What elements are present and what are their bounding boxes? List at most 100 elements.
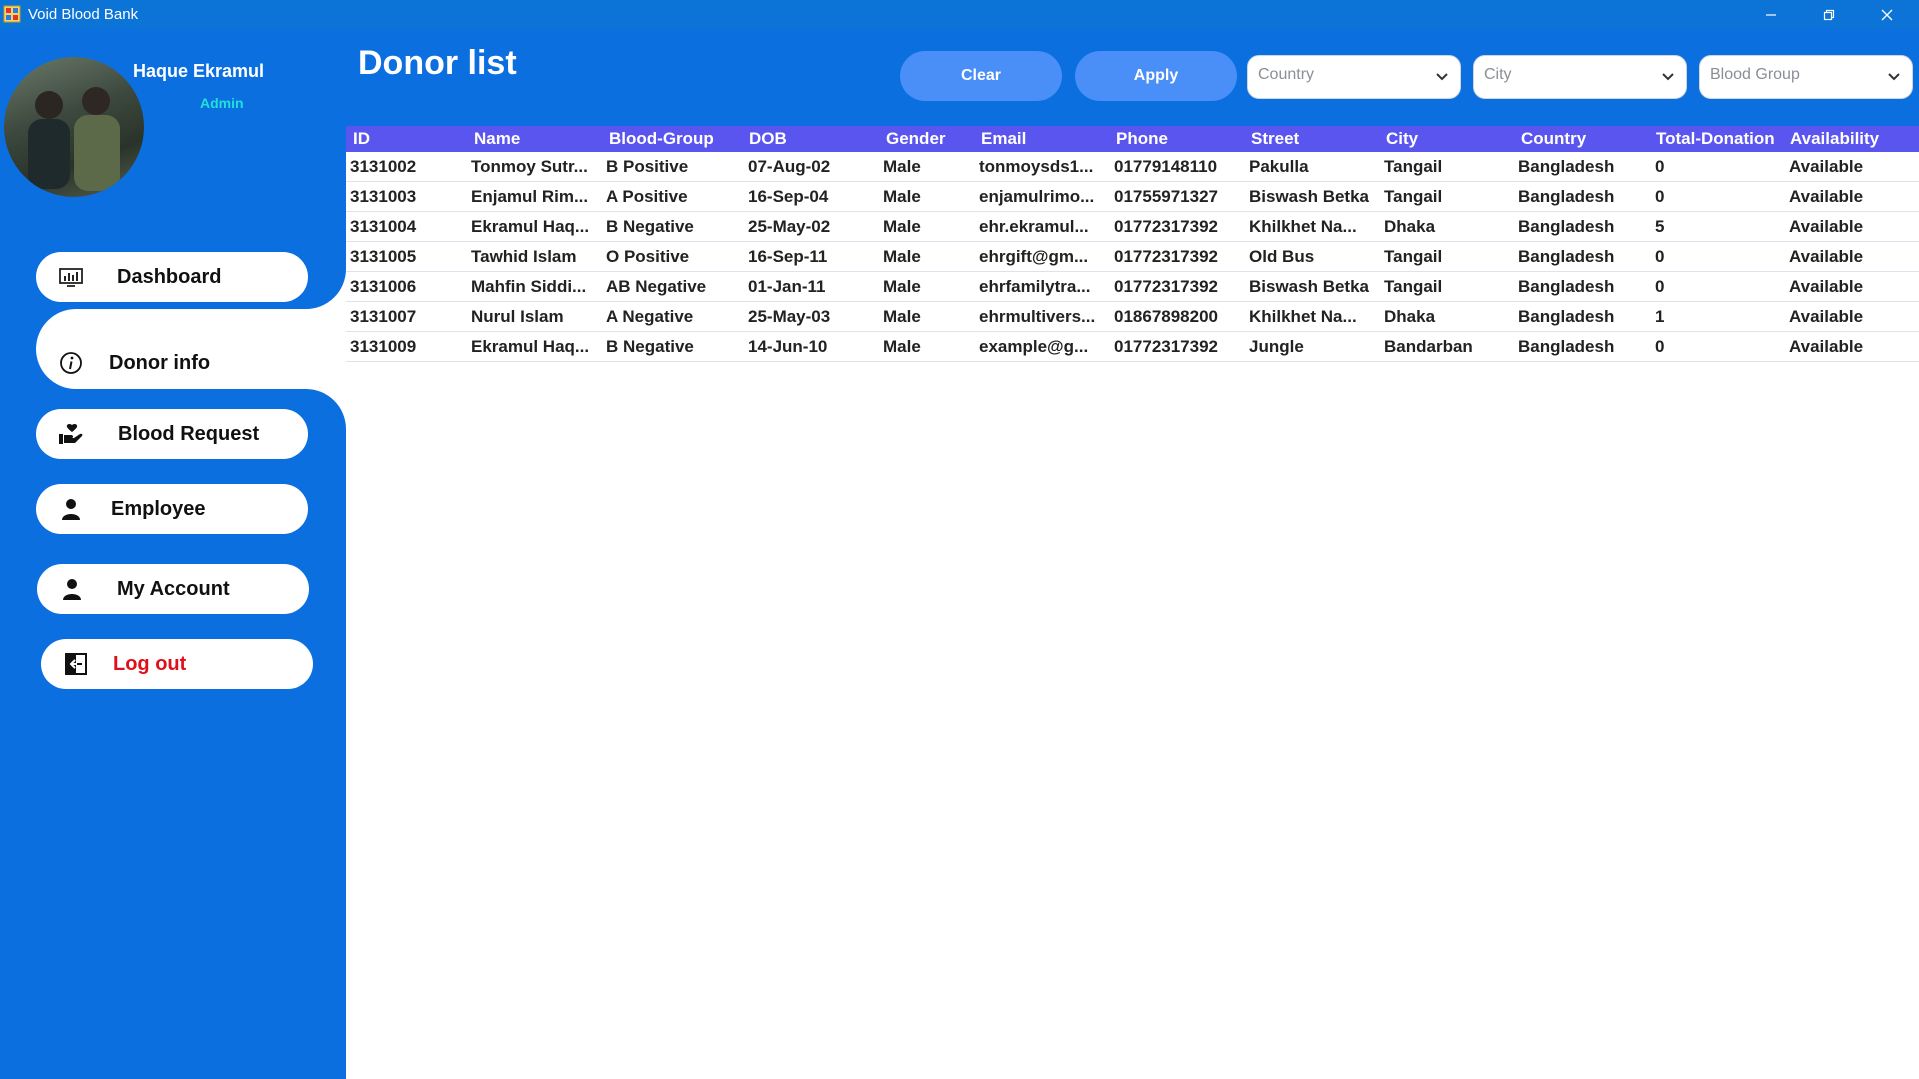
logout-button[interactable]: Log out [41,639,313,689]
cell-total-donation: 5 [1655,217,1665,236]
cell-street: Old Bus [1249,247,1315,266]
avatar-photo-icon [28,87,120,191]
sidebar-item-employee[interactable]: Employee [36,484,308,534]
close-button[interactable] [1858,0,1916,29]
cell-phone: 01867898200 [1114,307,1219,326]
cell-name: Ekramul Haq... [471,337,590,356]
cell-city: Bandarban [1384,337,1473,356]
table-row[interactable]: 3131006 Mahfin Siddi... AB Negative 01-Jan-… [346,272,1919,302]
apply-button[interactable]: Apply [1075,51,1237,101]
cell-name: Enjamul Rim... [471,187,589,206]
cell-city: Dhaka [1384,307,1436,326]
minimize-button[interactable] [1742,0,1800,29]
cell-email: ehr.ekramul... [979,217,1089,236]
cell-city: Tangail [1384,277,1443,296]
cell-dob: 01-Jan-11 [748,277,826,296]
cell-country: Bangladesh [1518,277,1615,296]
cell-gender: Male [883,307,921,326]
cell-city: Tangail [1384,157,1443,176]
column-header-dob[interactable]: DOB [749,129,849,149]
sidebar-item-label: Donor info [109,351,211,374]
table-row[interactable]: 3131002 Tonmoy Sutr... B Positive 07-Aug-02… [346,152,1919,182]
table-row[interactable]: 3131004 Ekramul Haq... B Negative 25-May-02… [346,212,1919,242]
column-header-phone[interactable]: Phone [1116,129,1236,149]
cell-blood-group: B Positive [606,157,689,176]
column-header-total-donation[interactable]: Total-Donation [1656,129,1784,149]
restore-button[interactable] [1800,0,1858,29]
cell-street: Biswash Betka [1249,277,1369,296]
cell-total-donation: 0 [1655,157,1665,176]
column-header-gender[interactable]: Gender [886,129,966,149]
cell-email: example@g... [979,337,1089,356]
table-row[interactable]: 3131003 Enjamul Rim... A Positive 16-Sep-04… [346,182,1919,212]
cell-gender: Male [883,337,921,356]
cell-total-donation: 0 [1655,247,1665,266]
sidebar-item-donor-info[interactable]: Donor info [36,338,308,388]
user-role: Admin [200,95,244,111]
dashboard-icon [58,264,84,290]
clear-button[interactable]: Clear [900,51,1062,101]
sidebar-item-dashboard[interactable]: Dashboard [36,252,308,302]
window-title: Void Blood Bank [28,6,139,23]
cell-availability: Available [1789,217,1864,236]
column-header-country[interactable]: Country [1521,129,1641,149]
title-bar: Void Blood Bank [0,0,1919,29]
column-header-email[interactable]: Email [981,129,1101,149]
column-header-city[interactable]: City [1386,129,1506,149]
cell-city: Tangail [1384,187,1443,206]
cell-phone: 01772317392 [1114,277,1219,296]
sidebar-item-label: Employee [111,497,206,520]
cell-availability: Available [1789,157,1864,176]
sidebar-item-my-account[interactable]: My Account [37,564,309,614]
cell-city: Dhaka [1384,217,1436,236]
cell-total-donation: 0 [1655,187,1665,206]
cell-dob: 16-Sep-04 [748,187,829,206]
cell-country: Bangladesh [1518,187,1615,206]
cell-email: tonmoysds1... [979,157,1094,176]
column-header-availability[interactable]: Availability [1790,129,1915,149]
table-row[interactable]: 3131007 Nurul Islam A Negative 25-May-03 Mal… [346,302,1919,332]
cell-blood-group: B Negative [606,337,694,356]
cell-name: Mahfin Siddi... [471,277,587,296]
cell-total-donation: 1 [1655,307,1665,326]
table-row[interactable]: 3131009 Ekramul Haq... B Negative 14-Jun-10… [346,332,1919,362]
country-select[interactable]: Country [1247,55,1461,99]
restore-icon [1823,9,1835,20]
column-header-name[interactable]: Name [474,129,604,149]
sidebar: Haque Ekramul Admin Dashboard Donor info… [0,29,346,1079]
sidebar-item-label: Blood Request [118,422,260,445]
cell-id: 3131005 [350,247,417,266]
cell-phone: 01772317392 [1114,217,1219,236]
cell-name: Nurul Islam [471,307,564,326]
cell-blood-group: B Negative [606,217,694,236]
cell-total-donation: 0 [1655,337,1665,356]
heart-hand-icon [58,421,84,447]
sidebar-item-label: Dashboard [117,265,222,288]
info-icon [58,350,84,376]
cell-blood-group: O Positive [606,247,690,266]
cell-gender: Male [883,217,921,236]
cell-availability: Available [1789,247,1864,266]
sidebar-item-blood-request[interactable]: Blood Request [36,409,308,459]
cell-dob: 07-Aug-02 [748,157,831,176]
donor-table[interactable]: ID Name Blood-Group DOB Gender Email Pho… [346,126,1919,362]
column-header-street[interactable]: Street [1251,129,1371,149]
column-header-id[interactable]: ID [353,129,443,149]
cell-dob: 16-Sep-11 [748,247,828,266]
column-header-blood-group[interactable]: Blood-Group [609,129,745,149]
cell-id: 3131002 [350,157,417,176]
sidebar-item-label: My Account [117,577,230,600]
cell-id: 3131003 [350,187,417,206]
cell-gender: Male [883,247,921,266]
table-row[interactable]: 3131005 Tawhid Islam O Positive 16-Sep-11 Ma… [346,242,1919,272]
cell-country: Bangladesh [1518,307,1615,326]
cell-country: Bangladesh [1518,337,1615,356]
cell-id: 3131004 [350,217,417,236]
account-icon [59,576,85,602]
cell-blood-group: A Negative [606,307,694,326]
cell-blood-group: A Positive [606,187,688,206]
cell-gender: Male [883,277,921,296]
city-select[interactable]: City [1473,55,1687,99]
blood-group-select[interactable]: Blood Group [1699,55,1913,99]
sidebar-item-label: Log out [113,652,187,675]
